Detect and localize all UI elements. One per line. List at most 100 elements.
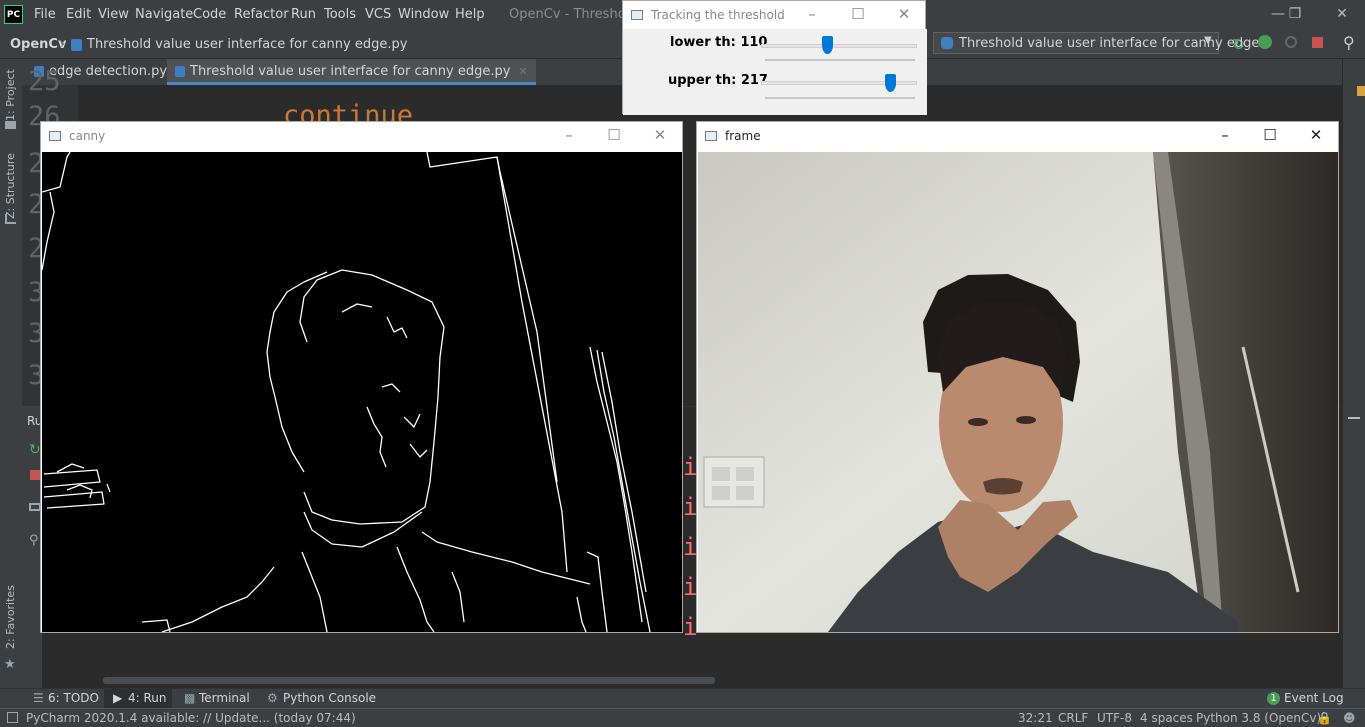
close-icon[interactable]: ✕ [896, 6, 912, 22]
trackbar-window-title: Tracking the threshold [651, 8, 785, 22]
run-config-label: Threshold value user interface for canny… [959, 36, 1260, 51]
upper-threshold-slider-thumb[interactable] [885, 74, 896, 92]
pin-icon[interactable]: ⚲ [29, 533, 39, 548]
update-message[interactable]: PyCharm 2020.1.4 available: // Update...… [26, 711, 356, 725]
project-tool-tab[interactable]: 1: Project [4, 69, 17, 121]
menu-code[interactable]: Code [193, 7, 226, 22]
indent-setting[interactable]: 4 spaces [1140, 711, 1193, 725]
canny-window-titlebar[interactable]: canny – ☐ ✕ [41, 122, 682, 150]
menu-file[interactable]: File [34, 7, 56, 22]
webcam-frame-image [698, 152, 1338, 632]
frame-window-titlebar[interactable]: frame – ☐ ✕ [697, 122, 1338, 150]
ide-close-icon[interactable]: ✕ [1334, 6, 1350, 22]
todo-tool-tab[interactable]: 6: TODO [48, 691, 99, 705]
python-file-icon [71, 39, 82, 51]
file-encoding[interactable]: UTF-8 [1097, 711, 1132, 725]
canny-edge-image [42, 152, 682, 632]
minimize-icon[interactable]: – [561, 127, 577, 143]
frame-window: frame – ☐ ✕ [696, 121, 1339, 633]
stop-icon[interactable] [1312, 37, 1323, 48]
profile-icon[interactable] [1285, 36, 1297, 48]
lower-threshold-label: lower th: 110 [670, 35, 768, 50]
minimize-icon[interactable]: – [1217, 127, 1233, 143]
canny-window-title: canny [69, 129, 106, 143]
right-tool-strip [1343, 59, 1365, 689]
minimize-icon[interactable]: – [804, 6, 820, 22]
upper-threshold-label: upper th: 217 [668, 73, 768, 88]
terminal-tool-tab[interactable]: Terminal [199, 691, 250, 705]
star-icon: ★ [4, 657, 16, 672]
breadcrumb-separator-icon: › [60, 37, 66, 52]
menu-vcs[interactable]: VCS [365, 7, 391, 22]
structure-icon [5, 214, 16, 224]
breadcrumb-project[interactable]: OpenCv [10, 37, 66, 52]
bottom-tool-bar: ☰ 6: TODO ▶ 4: Run ▩ Terminal ⚙ Python C… [0, 688, 1365, 709]
status-bar: PyCharm 2020.1.4 available: // Update...… [0, 708, 1365, 727]
menu-view[interactable]: View [98, 7, 129, 22]
trackbar-window-titlebar[interactable]: Tracking the threshold – ☐ ✕ [623, 1, 925, 29]
debug-icon[interactable] [1258, 35, 1272, 49]
warning-marker-icon [1357, 86, 1365, 96]
list-icon: ☰ [33, 691, 44, 705]
chevron-down-icon: ▼ [1204, 35, 1212, 46]
search-icon[interactable]: ⚲ [1343, 33, 1355, 52]
window-app-icon [705, 131, 717, 141]
menu-window[interactable]: Window [398, 7, 449, 22]
menu-edit[interactable]: Edit [66, 7, 91, 22]
ide-restore-icon[interactable]: ❐ [1287, 6, 1303, 22]
left-tool-strip: 1: Project Z: Structure 2: Favorites ★ [0, 59, 22, 689]
menu-refactor[interactable]: Refactor [234, 7, 289, 22]
trackbar-panel [623, 29, 927, 115]
menu-run[interactable]: Run [291, 7, 316, 22]
canny-window: canny – ☐ ✕ [40, 121, 683, 633]
window-app-icon [631, 10, 643, 20]
toggle-tool-windows-icon[interactable] [7, 712, 18, 723]
python-interpreter[interactable]: Python 3.8 (OpenCv) [1196, 711, 1321, 725]
hide-panel-icon[interactable] [1348, 417, 1360, 419]
close-tab-icon[interactable]: ✕ [518, 65, 527, 78]
event-count-badge: 1 [1267, 692, 1280, 705]
run-tool-tab[interactable]: 4: Run [128, 691, 167, 705]
close-icon[interactable]: ✕ [1308, 127, 1324, 143]
python-run-icon [941, 37, 953, 49]
python-console-tool-tab[interactable]: Python Console [283, 691, 376, 705]
tab-threshold-ui[interactable]: Threshold value user interface for canny… [167, 59, 536, 85]
close-icon[interactable]: ✕ [652, 127, 668, 143]
breadcrumb-file[interactable]: Threshold value user interface for canny… [87, 37, 407, 52]
maximize-icon[interactable]: ☐ [1262, 127, 1278, 143]
line-number: 25 [28, 66, 61, 97]
lower-threshold-slider-thumb[interactable] [822, 36, 833, 54]
lower-threshold-track[interactable] [761, 44, 917, 48]
caret-position[interactable]: 32:21 [1018, 711, 1053, 725]
maximize-icon[interactable]: ☐ [850, 6, 866, 22]
menu-navigate[interactable]: Navigate [135, 7, 193, 22]
horizontal-scrollbar[interactable] [103, 677, 715, 684]
lower-threshold-ticks [765, 59, 915, 61]
menu-tools[interactable]: Tools [324, 7, 356, 22]
event-log-tool-tab[interactable]: Event Log [1284, 691, 1344, 705]
upper-threshold-ticks [765, 97, 915, 99]
frame-window-title: frame [725, 129, 761, 143]
trackbar-window: Tracking the threshold – ☐ ✕ lower th: 1… [622, 0, 927, 115]
ide-minimize-icon[interactable]: — [1270, 6, 1286, 22]
pycharm-logo-icon: PC [4, 5, 23, 24]
window-app-icon [49, 131, 61, 141]
maximize-icon[interactable]: ☐ [606, 127, 622, 143]
line-separator[interactable]: CRLF [1058, 711, 1088, 725]
lock-icon[interactable]: 🔒 [1317, 711, 1332, 725]
folder-icon [5, 121, 16, 129]
python-icon: ⚙ [267, 691, 278, 705]
run-config-dropdown[interactable]: Threshold value user interface for canny… [933, 32, 1259, 54]
tab-label: edge detection.py [49, 64, 168, 79]
rerun-icon[interactable]: ↻ [1232, 35, 1245, 54]
menu-help[interactable]: Help [455, 7, 485, 22]
play-icon: ▶ [113, 691, 123, 705]
terminal-icon: ▩ [184, 691, 196, 705]
inspector-icon[interactable]: ☻ [1343, 711, 1356, 725]
tab-label: Threshold value user interface for canny… [190, 64, 511, 79]
favorites-tool-tab[interactable]: 2: Favorites [4, 585, 17, 649]
rerun-icon[interactable]: ↻ [29, 442, 41, 458]
python-file-icon [175, 66, 185, 77]
stop-icon[interactable] [30, 470, 40, 480]
structure-tool-tab[interactable]: Z: Structure [4, 153, 17, 219]
